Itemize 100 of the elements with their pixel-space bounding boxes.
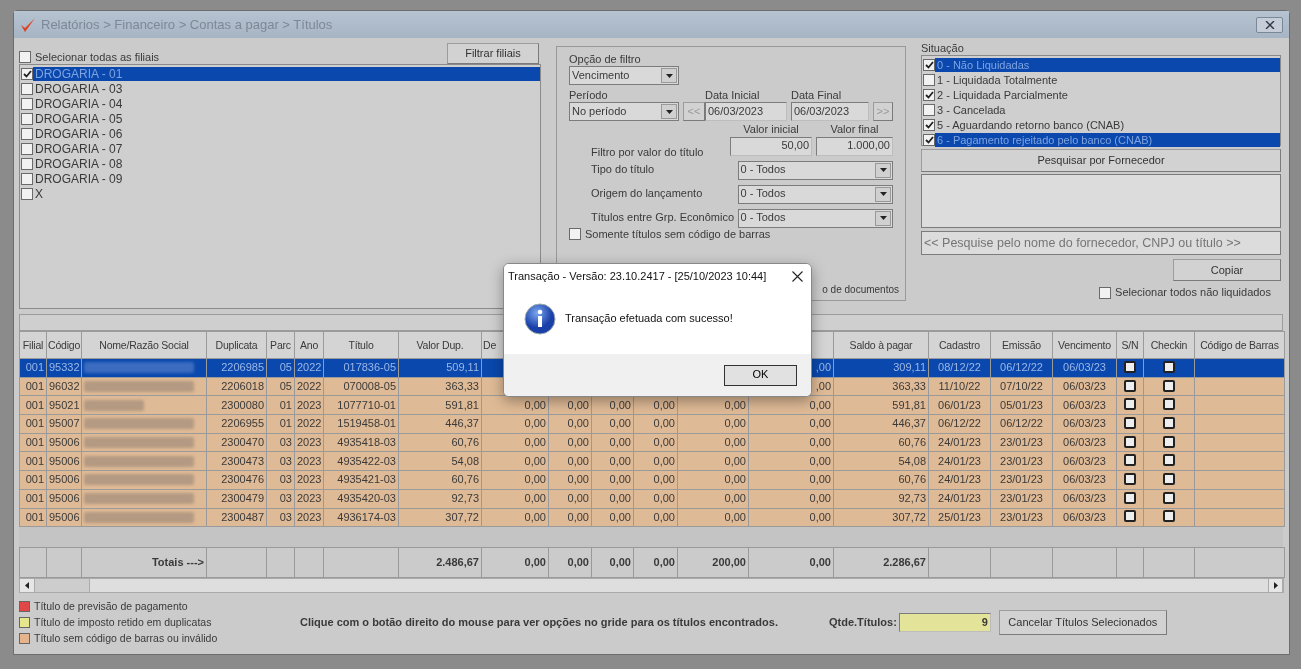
branch-item[interactable]: DROGARIA - 07 (33, 141, 125, 156)
checkbox[interactable] (1163, 435, 1175, 448)
dropdown-arrow-button[interactable] (661, 68, 677, 84)
column-header[interactable]: Cadastro (928, 331, 991, 359)
checkbox[interactable] (1124, 491, 1136, 504)
column-header[interactable]: Nome/Razão Social (81, 331, 207, 359)
cancel-button[interactable]: Cancelar Títulos Selecionados (998, 609, 1167, 635)
checkbox[interactable] (21, 187, 33, 200)
checkbox[interactable] (21, 172, 33, 185)
checkbox[interactable] (19, 51, 31, 64)
scroll-right-icon[interactable] (1268, 579, 1283, 593)
checkbox[interactable] (21, 112, 33, 125)
table-row[interactable]: 001 95006 2300487 03 2023 4936174-03 307,72 0,00 0,00 0,00 0,00 0,00 0,00 307,72 25/01/23 23/01/23 06/03/23 (19, 508, 1285, 527)
checkbox[interactable] (1124, 435, 1136, 448)
column-header[interactable]: Ano (294, 331, 324, 359)
dropdown[interactable]: 0 - Todos (737, 184, 893, 204)
dropdown[interactable]: Vencimento (569, 66, 679, 86)
column-header[interactable]: Vencimento (1052, 331, 1117, 359)
dropdown[interactable]: 0 - Todos (737, 160, 893, 180)
checkbox[interactable] (1163, 416, 1175, 429)
checkbox[interactable] (1163, 472, 1175, 485)
horizontal-scrollbar[interactable] (19, 578, 1284, 594)
search-supplier-button[interactable]: Pesquisar por Fornecedor (921, 149, 1281, 173)
table-row[interactable]: 001 95021 2300080 01 2023 1077710-01 591,81 0,00 0,00 0,00 0,00 0,00 0,00 591,81 06/01/23 05/01/23 06/03/23 (19, 395, 1285, 415)
checkbox[interactable] (923, 133, 935, 146)
checkbox[interactable] (21, 157, 33, 170)
checkbox[interactable] (1163, 379, 1175, 392)
table-row[interactable]: 001 95006 2300470 03 2023 4935418-03 60,76 0,00 0,00 0,00 0,00 0,00 0,00 60,76 24/01/23 23/01/23 06/03/23 (19, 433, 1285, 452)
scroll-thumb[interactable] (35, 579, 90, 593)
scroll-left-icon[interactable] (20, 579, 35, 593)
value-field[interactable]: 1.000,00 (816, 136, 893, 156)
column-header[interactable]: Código de Barras (1194, 331, 1285, 359)
date-field[interactable]: 06/03/2023 (705, 102, 787, 122)
table-row[interactable]: 001 95006 2300473 03 2023 4935422-03 54,08 0,00 0,00 0,00 0,00 0,00 0,00 54,08 24/01/23 23/01/23 06/03/23 (19, 451, 1285, 471)
checkbox[interactable] (21, 97, 33, 110)
table-row[interactable]: 001 95006 2300476 03 2023 4935421-03 60,76 0,00 0,00 0,00 0,00 0,00 0,00 60,76 24/01/23 23/01/23 06/03/23 (19, 470, 1285, 490)
checkbox[interactable] (1124, 379, 1136, 392)
dropdown[interactable]: 0 - Todos (737, 208, 893, 228)
checkbox[interactable] (1163, 398, 1175, 411)
table-row[interactable]: 001 95006 2300479 03 2023 4935420-03 92,73 0,00 0,00 0,00 0,00 0,00 0,00 92,73 24/01/23 23/01/23 06/03/23 (19, 489, 1285, 508)
branch-item[interactable]: DROGARIA - 08 (33, 156, 125, 171)
caret-icon (879, 192, 887, 197)
branch-item[interactable]: DROGARIA - 09 (33, 171, 125, 186)
status-item[interactable]: 5 - Aguardando retorno banco (CNAB) (935, 117, 1127, 132)
checkbox[interactable] (1163, 454, 1175, 467)
status-item[interactable]: 1 - Liquidada Totalmente (935, 72, 1060, 87)
checkbox[interactable] (21, 82, 33, 95)
checkbox[interactable] (1124, 472, 1136, 485)
checkbox[interactable] (1163, 360, 1175, 373)
copy-button[interactable]: Copiar (1173, 259, 1281, 282)
branch-item[interactable]: X (33, 186, 45, 201)
checkbox[interactable] (569, 228, 581, 241)
dropdown-arrow-button[interactable] (875, 210, 891, 226)
checkbox[interactable] (21, 67, 33, 80)
column-header[interactable]: Duplicata (206, 331, 267, 359)
checkbox[interactable] (1163, 510, 1175, 523)
dropdown[interactable]: No período (569, 102, 679, 122)
column-header[interactable]: Filial (19, 331, 47, 359)
checkbox[interactable] (923, 88, 935, 101)
checkbox[interactable] (1099, 286, 1112, 299)
column-header[interactable]: Título (323, 331, 399, 359)
checkbox[interactable] (1124, 398, 1136, 411)
column-header[interactable]: S/N (1116, 331, 1144, 359)
checkbox[interactable] (21, 142, 33, 155)
branch-item[interactable]: DROGARIA - 03 (33, 81, 125, 96)
filter-button[interactable]: Filtrar filiais (447, 43, 539, 64)
close-button[interactable] (1256, 16, 1283, 33)
branch-item[interactable]: DROGARIA - 06 (33, 126, 125, 141)
text-area[interactable] (921, 174, 1281, 229)
field-label: Tipo do título (591, 163, 656, 177)
checkbox[interactable] (923, 58, 935, 71)
column-header[interactable]: Parc (266, 331, 295, 359)
dropdown-arrow-button[interactable] (875, 162, 891, 178)
checkbox[interactable] (1163, 491, 1175, 504)
checkbox[interactable] (1124, 454, 1136, 467)
search-field[interactable]: << Pesquise pelo nome do fornecedor, CNPJ ou título >> (921, 231, 1281, 256)
value-field[interactable]: 50,00 (730, 136, 812, 156)
column-header[interactable]: Código (46, 331, 82, 359)
total-cell: Totais ---> (81, 547, 207, 578)
caret-icon (879, 168, 887, 173)
column-header[interactable]: Saldo à pagar (833, 331, 929, 359)
checkbox[interactable] (923, 73, 935, 86)
dropdown-arrow-button[interactable] (875, 186, 891, 202)
checkbox[interactable] (1124, 360, 1136, 373)
column-header[interactable]: Emissão (990, 331, 1053, 359)
date-field[interactable]: 06/03/2023 (791, 102, 869, 122)
checkbox[interactable] (1124, 416, 1136, 429)
checkbox[interactable] (21, 127, 33, 140)
column-header[interactable]: Checkin (1143, 331, 1195, 359)
checkbox[interactable] (923, 118, 935, 131)
table-row[interactable]: 001 95007 2206955 01 2022 1519458-01 446,37 0,00 0,00 0,00 0,00 0,00 0,00 446,37 06/12/22 06/12/22 06/03/23 (19, 414, 1285, 434)
dropdown-arrow-button[interactable] (661, 104, 677, 120)
checkbox[interactable] (1124, 510, 1136, 523)
branch-item[interactable]: DROGARIA - 05 (33, 111, 125, 126)
status-item[interactable]: 3 - Cancelada (935, 102, 1008, 117)
status-item[interactable]: 2 - Liquidada Parcialmente (935, 87, 1070, 102)
checkbox[interactable] (923, 103, 935, 116)
column-header[interactable]: Valor Dup. (398, 331, 482, 359)
branch-item[interactable]: DROGARIA - 04 (33, 96, 125, 111)
ok-button[interactable]: OK (724, 364, 797, 386)
